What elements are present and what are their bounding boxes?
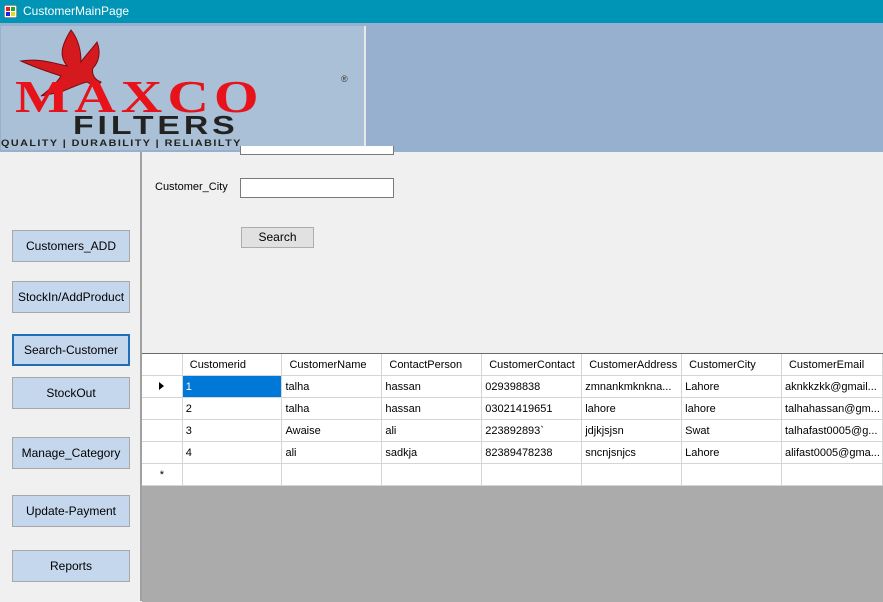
grid-header-row: Customerid CustomerName ContactPerson Cu… — [142, 354, 883, 376]
table-cell[interactable] — [381, 463, 483, 486]
manage-category-button[interactable]: Manage_Category — [12, 437, 130, 469]
reports-button[interactable]: Reports — [12, 550, 130, 582]
table-cell[interactable]: sncnjsnjcs — [581, 441, 683, 464]
table-cell[interactable]: alifast0005@gma... — [781, 441, 883, 464]
column-header[interactable]: ContactPerson — [381, 354, 483, 376]
customer-city-input[interactable] — [240, 178, 394, 198]
column-header[interactable]: CustomerContact — [481, 354, 583, 376]
table-cell[interactable]: Swat — [681, 419, 782, 442]
column-header[interactable]: CustomerAddress — [581, 354, 683, 376]
column-header[interactable]: Customerid — [182, 354, 283, 376]
table-cell[interactable]: lahore — [681, 397, 782, 420]
table-cell[interactable] — [481, 463, 583, 486]
table-cell[interactable]: Lahore — [681, 441, 782, 464]
table-cell[interactable]: 3 — [182, 419, 283, 442]
table-cell[interactable]: Lahore — [681, 375, 782, 398]
stock-in-button[interactable]: StockIn/AddProduct — [12, 281, 130, 313]
table-cell[interactable]: 1 — [182, 375, 283, 398]
table-cell[interactable]: talhafast0005@g... — [781, 419, 883, 442]
update-payment-button[interactable]: Update-Payment — [12, 495, 130, 527]
table-cell[interactable] — [681, 463, 782, 486]
table-cell[interactable] — [281, 463, 383, 486]
table-cell[interactable] — [781, 463, 883, 486]
customer-grid[interactable]: Customerid CustomerName ContactPerson Cu… — [142, 353, 883, 602]
logo-tagline: QUALITY | DURABILITY | RELIABILTY — [1, 138, 242, 148]
search-customer-button[interactable]: Search-Customer — [12, 334, 130, 366]
logo-product-text: FILTERS — [73, 110, 239, 140]
company-logo: MAXCO ® FILTERS QUALITY | DURABILITY | R… — [1, 26, 366, 150]
nav-panel: Customers_ADD StockIn/AddProduct Search-… — [0, 152, 142, 601]
stock-out-button[interactable]: StockOut — [12, 377, 130, 409]
table-cell[interactable]: ali — [281, 441, 383, 464]
table-cell[interactable]: 82389478238 — [481, 441, 583, 464]
table-cell[interactable]: 03021419651 — [481, 397, 583, 420]
table-cell[interactable]: lahore — [581, 397, 683, 420]
table-cell[interactable]: Awaise — [281, 419, 383, 442]
table-cell[interactable]: jdjkjsjsn — [581, 419, 683, 442]
row-header[interactable] — [142, 419, 183, 442]
window-title: CustomerMainPage — [23, 4, 130, 18]
column-header[interactable]: CustomerEmail — [781, 354, 883, 376]
customer-table: Customerid CustomerName ContactPerson Cu… — [142, 354, 883, 486]
table-cell[interactable]: 4 — [182, 441, 283, 464]
table-row[interactable]: 2 talha hassan 03021419651 lahore lahore… — [142, 397, 883, 420]
table-row[interactable]: 3 Awaise ali 223892893` jdjkjsjsn Swat t… — [142, 419, 883, 442]
app-icon — [3, 4, 18, 19]
logo-registered-mark: ® — [341, 74, 348, 84]
table-cell[interactable]: zmnankmknkna... — [581, 375, 683, 398]
table-cell[interactable]: talha — [281, 397, 383, 420]
search-button[interactable]: Search — [241, 227, 314, 248]
table-cell[interactable]: hassan — [381, 375, 483, 398]
table-row[interactable]: 1 talha hassan 029398838 zmnankmknkna...… — [142, 375, 883, 398]
table-cell[interactable]: 029398838 — [481, 375, 583, 398]
table-cell[interactable]: ali — [381, 419, 483, 442]
new-row[interactable]: * — [142, 463, 883, 486]
table-cell[interactable] — [581, 463, 683, 486]
title-bar[interactable]: CustomerMainPage — [0, 0, 883, 23]
table-cell[interactable] — [182, 463, 283, 486]
new-row-marker[interactable]: * — [142, 463, 183, 486]
table-cell[interactable]: 223892893` — [481, 419, 583, 442]
row-header[interactable] — [142, 375, 183, 398]
row-header[interactable] — [142, 397, 183, 420]
column-header[interactable]: CustomerName — [281, 354, 383, 376]
customer-city-label: Customer_City — [155, 181, 228, 193]
current-row-arrow-icon — [159, 381, 165, 390]
table-cell[interactable]: hassan — [381, 397, 483, 420]
row-header[interactable] — [142, 441, 183, 464]
table-cell[interactable]: aknkkzkk@gmail... — [781, 375, 883, 398]
table-cell[interactable]: talhahassan@gm... — [781, 397, 883, 420]
table-cell[interactable]: 2 — [182, 397, 283, 420]
table-row[interactable]: 4 ali sadkja 82389478238 sncnjsnjcs Laho… — [142, 441, 883, 464]
table-cell[interactable]: talha — [281, 375, 383, 398]
grid-corner[interactable] — [142, 354, 183, 376]
column-header[interactable]: CustomerCity — [681, 354, 782, 376]
table-cell[interactable]: sadkja — [381, 441, 483, 464]
hidden-search-field[interactable] — [240, 146, 394, 155]
customers-add-button[interactable]: Customers_ADD — [12, 230, 130, 262]
